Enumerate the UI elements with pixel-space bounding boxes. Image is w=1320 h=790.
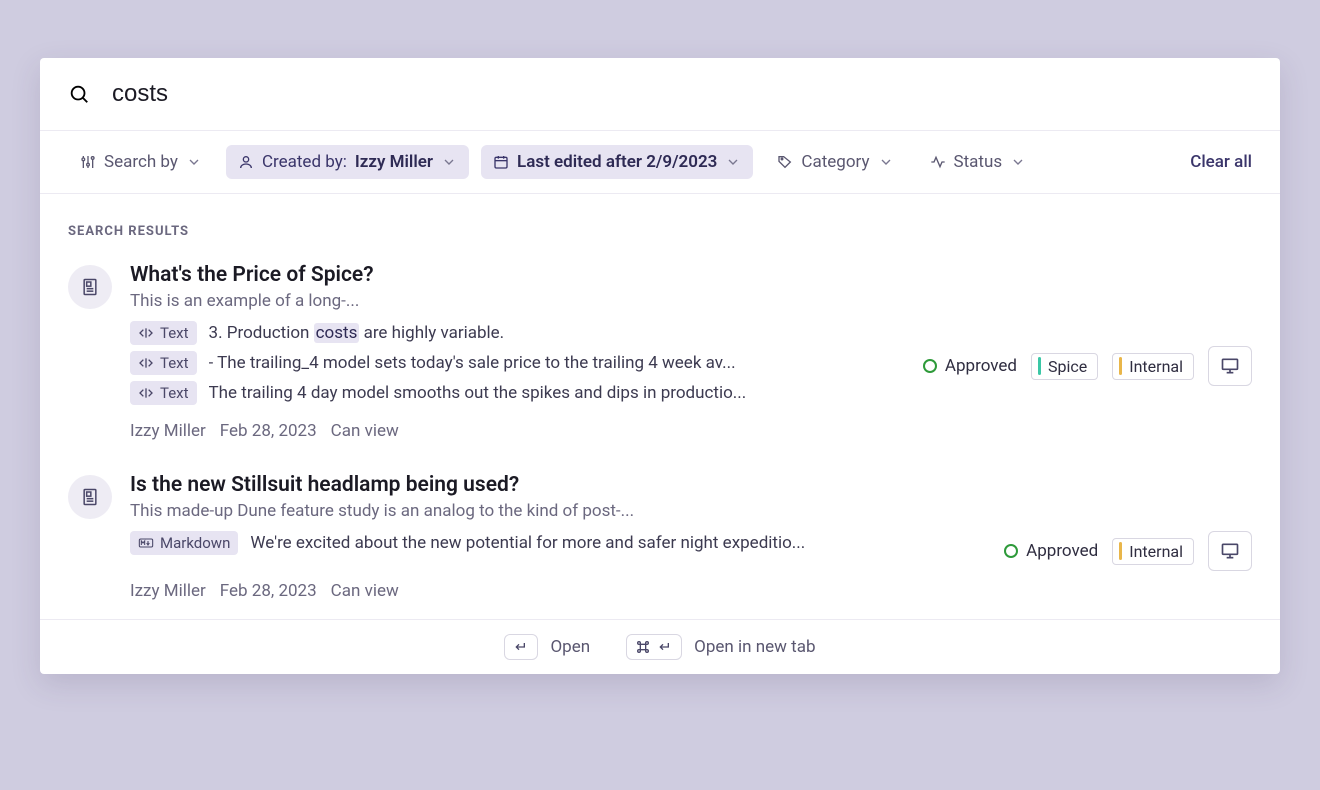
chevron-down-icon <box>1010 154 1026 170</box>
result-author: Izzy Miller <box>130 581 206 601</box>
category-tag[interactable]: Internal <box>1112 538 1194 565</box>
footer-shortcuts: Open Open in new tab <box>40 619 1280 674</box>
tag-icon <box>777 154 793 170</box>
monitor-icon <box>1220 356 1240 376</box>
result-subtitle: This is an example of a long-... <box>130 291 1252 311</box>
filter-status[interactable]: Status <box>918 145 1039 179</box>
search-result[interactable]: What's the Price of Spice? This is an ex… <box>40 249 1280 459</box>
filter-search-by[interactable]: Search by <box>68 145 214 179</box>
filter-label: Search by <box>104 152 178 172</box>
filter-value: Izzy Miller <box>355 152 433 172</box>
shortcut-open: Open <box>504 634 590 660</box>
document-icon <box>68 265 112 309</box>
cell-type-badge: Markdown <box>130 531 238 555</box>
snippet-row: Text - The trailing_4 model sets today's… <box>130 351 895 375</box>
enter-key-icon <box>504 634 538 660</box>
sliders-icon <box>80 154 96 170</box>
open-app-button[interactable] <box>1208 346 1252 386</box>
result-subtitle: This made-up Dune feature study is an an… <box>130 501 1252 521</box>
status-pill: Approved <box>923 356 1017 376</box>
snippet-text: 3. Production costs are highly variable. <box>209 323 505 343</box>
chevron-down-icon <box>878 154 894 170</box>
result-side: Approved Spice Internal <box>913 321 1252 411</box>
filter-category[interactable]: Category <box>765 145 905 179</box>
cell-type-badge: Text <box>130 381 197 405</box>
filter-last-edited[interactable]: Last edited after 2/9/2023 <box>481 145 753 179</box>
cell-type-badge: Text <box>130 351 197 375</box>
search-result[interactable]: Is the new Stillsuit headlamp being used… <box>40 459 1280 619</box>
monitor-icon <box>1220 541 1240 561</box>
filter-label: Status <box>954 152 1003 172</box>
result-meta: Izzy Miller Feb 28, 2023 Can view <box>130 581 1252 601</box>
markdown-icon <box>138 535 154 551</box>
search-input[interactable] <box>112 80 1252 108</box>
snippet-text: We're excited about the new potential fo… <box>250 533 805 553</box>
filter-label: Last edited after 2/9/2023 <box>517 152 717 172</box>
snippet-text: The trailing 4 day model smooths out the… <box>209 383 747 403</box>
status-dot-icon <box>923 359 937 373</box>
result-title: Is the new Stillsuit headlamp being used… <box>130 473 1252 497</box>
document-icon <box>68 475 112 519</box>
snippet-text: - The trailing_4 model sets today's sale… <box>209 353 736 373</box>
search-header <box>40 58 1280 131</box>
chevron-down-icon <box>186 154 202 170</box>
result-meta: Izzy Miller Feb 28, 2023 Can view <box>130 421 1252 441</box>
status-pill: Approved <box>1004 541 1098 561</box>
shortcut-label: Open <box>550 637 590 657</box>
snippet-row: Text 3. Production costs are highly vari… <box>130 321 895 345</box>
category-tag[interactable]: Spice <box>1031 353 1098 380</box>
open-app-button[interactable] <box>1208 531 1252 571</box>
filter-label: Created by: <box>262 152 347 172</box>
result-author: Izzy Miller <box>130 421 206 441</box>
snippet-row: Markdown We're excited about the new pot… <box>130 531 976 555</box>
chevron-down-icon <box>441 154 457 170</box>
user-icon <box>238 154 254 170</box>
tag-color-bar <box>1119 542 1122 560</box>
activity-icon <box>930 154 946 170</box>
tag-color-bar <box>1119 357 1122 375</box>
result-date: Feb 28, 2023 <box>220 581 317 601</box>
result-title: What's the Price of Spice? <box>130 263 1252 287</box>
chevron-down-icon <box>725 154 741 170</box>
filter-created-by[interactable]: Created by: Izzy Miller <box>226 145 469 179</box>
results-heading: SEARCH RESULTS <box>40 194 1280 249</box>
category-tag[interactable]: Internal <box>1112 353 1194 380</box>
shortcut-open-new-tab: Open in new tab <box>626 634 815 660</box>
status-dot-icon <box>1004 544 1018 558</box>
tag-color-bar <box>1038 357 1041 375</box>
shortcut-label: Open in new tab <box>694 637 815 657</box>
cmd-enter-key-icon <box>626 634 682 660</box>
code-icon <box>138 355 154 371</box>
clear-all-button[interactable]: Clear all <box>1190 152 1252 172</box>
cell-type-badge: Text <box>130 321 197 345</box>
snippet-row: Text The trailing 4 day model smooths ou… <box>130 381 895 405</box>
result-permission: Can view <box>331 581 399 601</box>
result-permission: Can view <box>331 421 399 441</box>
code-icon <box>138 325 154 341</box>
calendar-icon <box>493 154 509 170</box>
search-icon <box>68 83 90 105</box>
search-panel: Search by Created by: Izzy Miller <box>40 58 1280 674</box>
filter-label: Category <box>801 152 869 172</box>
result-side: Approved Internal <box>994 531 1252 571</box>
filter-bar: Search by Created by: Izzy Miller <box>40 131 1280 194</box>
result-date: Feb 28, 2023 <box>220 421 317 441</box>
code-icon <box>138 385 154 401</box>
